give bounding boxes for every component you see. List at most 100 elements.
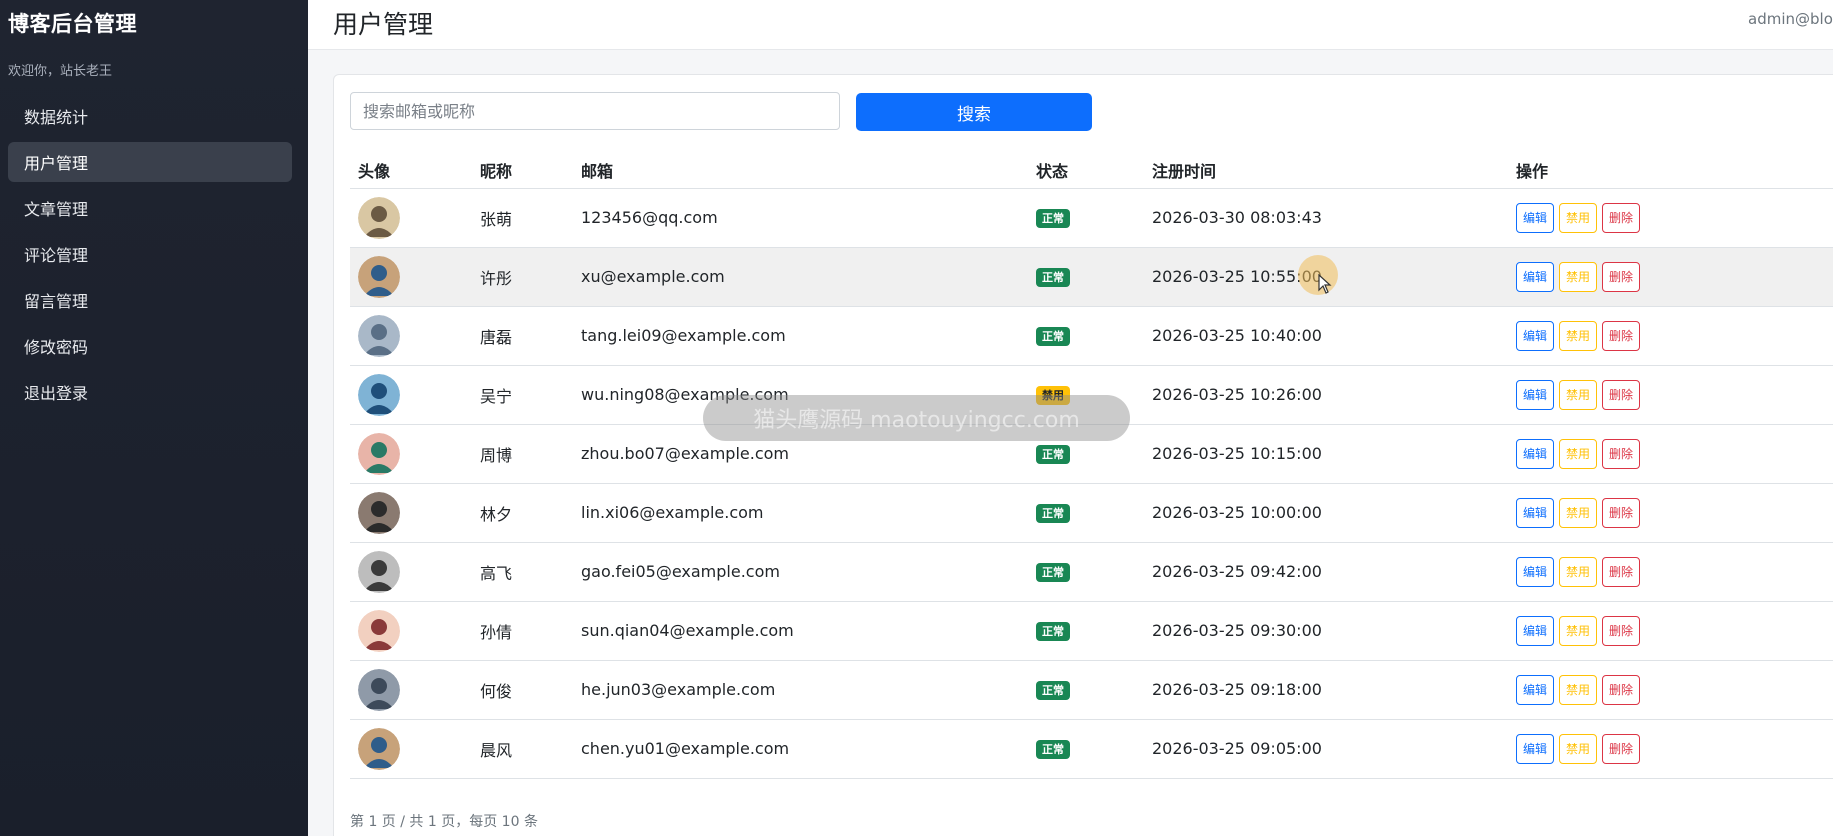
delete-button[interactable]: 删除 — [1602, 261, 1641, 292]
sidebar-item-password[interactable]: 修改密码 — [8, 326, 292, 366]
edit-button[interactable]: 编辑 — [1516, 320, 1555, 351]
sidebar-item-comments[interactable]: 评论管理 — [8, 234, 292, 274]
status-cell: 正常 — [1028, 601, 1144, 661]
actions-cell: 编辑 禁用 删除 — [1508, 306, 1833, 366]
user-avatar — [358, 196, 400, 239]
disable-button[interactable]: 禁用 — [1559, 261, 1598, 292]
nickname-cell: 高飞 — [472, 542, 573, 602]
email-cell: he.jun03@example.com — [573, 660, 1028, 720]
avatar-cell — [350, 719, 472, 779]
email-cell: tang.lei09@example.com — [573, 306, 1028, 366]
table-row: 唐磊 tang.lei09@example.com 正常 2026-03-25 … — [350, 306, 1833, 366]
avatar-cell — [350, 247, 472, 307]
nickname-cell: 吴宁 — [472, 365, 573, 425]
email-cell: gao.fei05@example.com — [573, 542, 1028, 602]
edit-button[interactable]: 编辑 — [1516, 202, 1555, 233]
sidebar-item-articles[interactable]: 文章管理 — [8, 188, 292, 228]
disable-button[interactable]: 禁用 — [1559, 202, 1598, 233]
delete-button[interactable]: 删除 — [1602, 556, 1641, 587]
sidebar-item-label: 留言管理 — [24, 292, 89, 311]
delete-button[interactable]: 删除 — [1602, 320, 1641, 351]
sidebar-item-label: 数据统计 — [24, 108, 89, 127]
actions-cell: 编辑 禁用 删除 — [1508, 601, 1833, 661]
mouse-cursor-icon — [1318, 274, 1332, 294]
sidebar-item-messages[interactable]: 留言管理 — [8, 280, 292, 320]
disable-button[interactable]: 禁用 — [1559, 320, 1598, 351]
avatar-cell — [350, 365, 472, 425]
status-badge: 正常 — [1036, 739, 1070, 760]
sidebar-item-users[interactable]: 用户管理 — [8, 142, 292, 182]
actions-cell: 编辑 禁用 删除 — [1508, 542, 1833, 602]
sidebar-item-label: 文章管理 — [24, 200, 89, 219]
status-badge: 正常 — [1036, 444, 1070, 465]
header-user-email[interactable]: admin@blog — [1748, 10, 1833, 28]
disable-button[interactable]: 禁用 — [1559, 497, 1598, 528]
status-badge: 正常 — [1036, 326, 1070, 347]
user-avatar — [358, 668, 400, 711]
col-header-nickname: 昵称 — [472, 153, 573, 189]
delete-button[interactable]: 删除 — [1602, 497, 1641, 528]
status-cell: 正常 — [1028, 247, 1144, 307]
edit-button[interactable]: 编辑 — [1516, 497, 1555, 528]
edit-button[interactable]: 编辑 — [1516, 674, 1555, 705]
disable-button[interactable]: 禁用 — [1559, 379, 1598, 410]
avatar-cell — [350, 188, 472, 248]
avatar-cell — [350, 601, 472, 661]
edit-button[interactable]: 编辑 — [1516, 733, 1555, 764]
search-input[interactable] — [350, 92, 840, 130]
user-avatar — [358, 314, 400, 357]
email-cell: 123456@qq.com — [573, 188, 1028, 248]
delete-button[interactable]: 删除 — [1602, 202, 1641, 233]
delete-button[interactable]: 删除 — [1602, 674, 1641, 705]
disable-button[interactable]: 禁用 — [1559, 438, 1598, 469]
delete-button[interactable]: 删除 — [1602, 438, 1641, 469]
edit-button[interactable]: 编辑 — [1516, 379, 1555, 410]
registered-cell: 2026-03-25 10:15:00 — [1144, 424, 1508, 484]
delete-button[interactable]: 删除 — [1602, 379, 1641, 410]
email-cell: xu@example.com — [573, 247, 1028, 307]
col-header-avatar: 头像 — [350, 153, 472, 189]
user-avatar — [358, 432, 400, 475]
search-button[interactable]: 搜索 — [856, 93, 1092, 131]
disable-button[interactable]: 禁用 — [1559, 674, 1598, 705]
nickname-cell: 周博 — [472, 424, 573, 484]
table-row: 何俊 he.jun03@example.com 正常 2026-03-25 09… — [350, 660, 1833, 720]
edit-button[interactable]: 编辑 — [1516, 438, 1555, 469]
delete-button[interactable]: 删除 — [1602, 615, 1641, 646]
registered-cell: 2026-03-25 10:26:00 — [1144, 365, 1508, 425]
actions-cell: 编辑 禁用 删除 — [1508, 188, 1833, 248]
sidebar-item-label: 退出登录 — [24, 384, 89, 403]
avatar-cell — [350, 306, 472, 366]
avatar-cell — [350, 660, 472, 720]
registered-cell: 2026-03-30 08:03:43 — [1144, 188, 1508, 248]
user-avatar — [358, 491, 400, 534]
status-badge: 正常 — [1036, 680, 1070, 701]
nickname-cell: 何俊 — [472, 660, 573, 720]
edit-button[interactable]: 编辑 — [1516, 556, 1555, 587]
user-avatar — [358, 550, 400, 593]
table-row: 晨风 chen.yu01@example.com 正常 2026-03-25 0… — [350, 719, 1833, 779]
sidebar-item-logout[interactable]: 退出登录 — [8, 372, 292, 412]
status-cell: 正常 — [1028, 306, 1144, 366]
user-avatar — [358, 373, 400, 416]
sidebar: 博客后台管理 欢迎你，站长老王 数据统计 用户管理 文章管理 评论管理 留言管理… — [0, 0, 308, 836]
sidebar-item-stats[interactable]: 数据统计 — [8, 96, 292, 136]
avatar-cell — [350, 424, 472, 484]
status-badge: 正常 — [1036, 267, 1070, 288]
registered-cell: 2026-03-25 09:18:00 — [1144, 660, 1508, 720]
actions-cell: 编辑 禁用 删除 — [1508, 660, 1833, 720]
col-header-actions: 操作 — [1508, 153, 1833, 189]
edit-button[interactable]: 编辑 — [1516, 261, 1555, 292]
disable-button[interactable]: 禁用 — [1559, 733, 1598, 764]
pagination-info: 第 1 页 / 共 1 页，每页 10 条 — [350, 814, 538, 830]
delete-button[interactable]: 删除 — [1602, 733, 1641, 764]
status-cell: 正常 — [1028, 542, 1144, 602]
edit-button[interactable]: 编辑 — [1516, 615, 1555, 646]
page-title: 用户管理 — [333, 10, 434, 39]
status-badge: 正常 — [1036, 562, 1070, 583]
user-avatar — [358, 255, 400, 298]
disable-button[interactable]: 禁用 — [1559, 615, 1598, 646]
nickname-cell: 许彤 — [472, 247, 573, 307]
top-header: 用户管理 admin@blog — [308, 0, 1833, 50]
disable-button[interactable]: 禁用 — [1559, 556, 1598, 587]
